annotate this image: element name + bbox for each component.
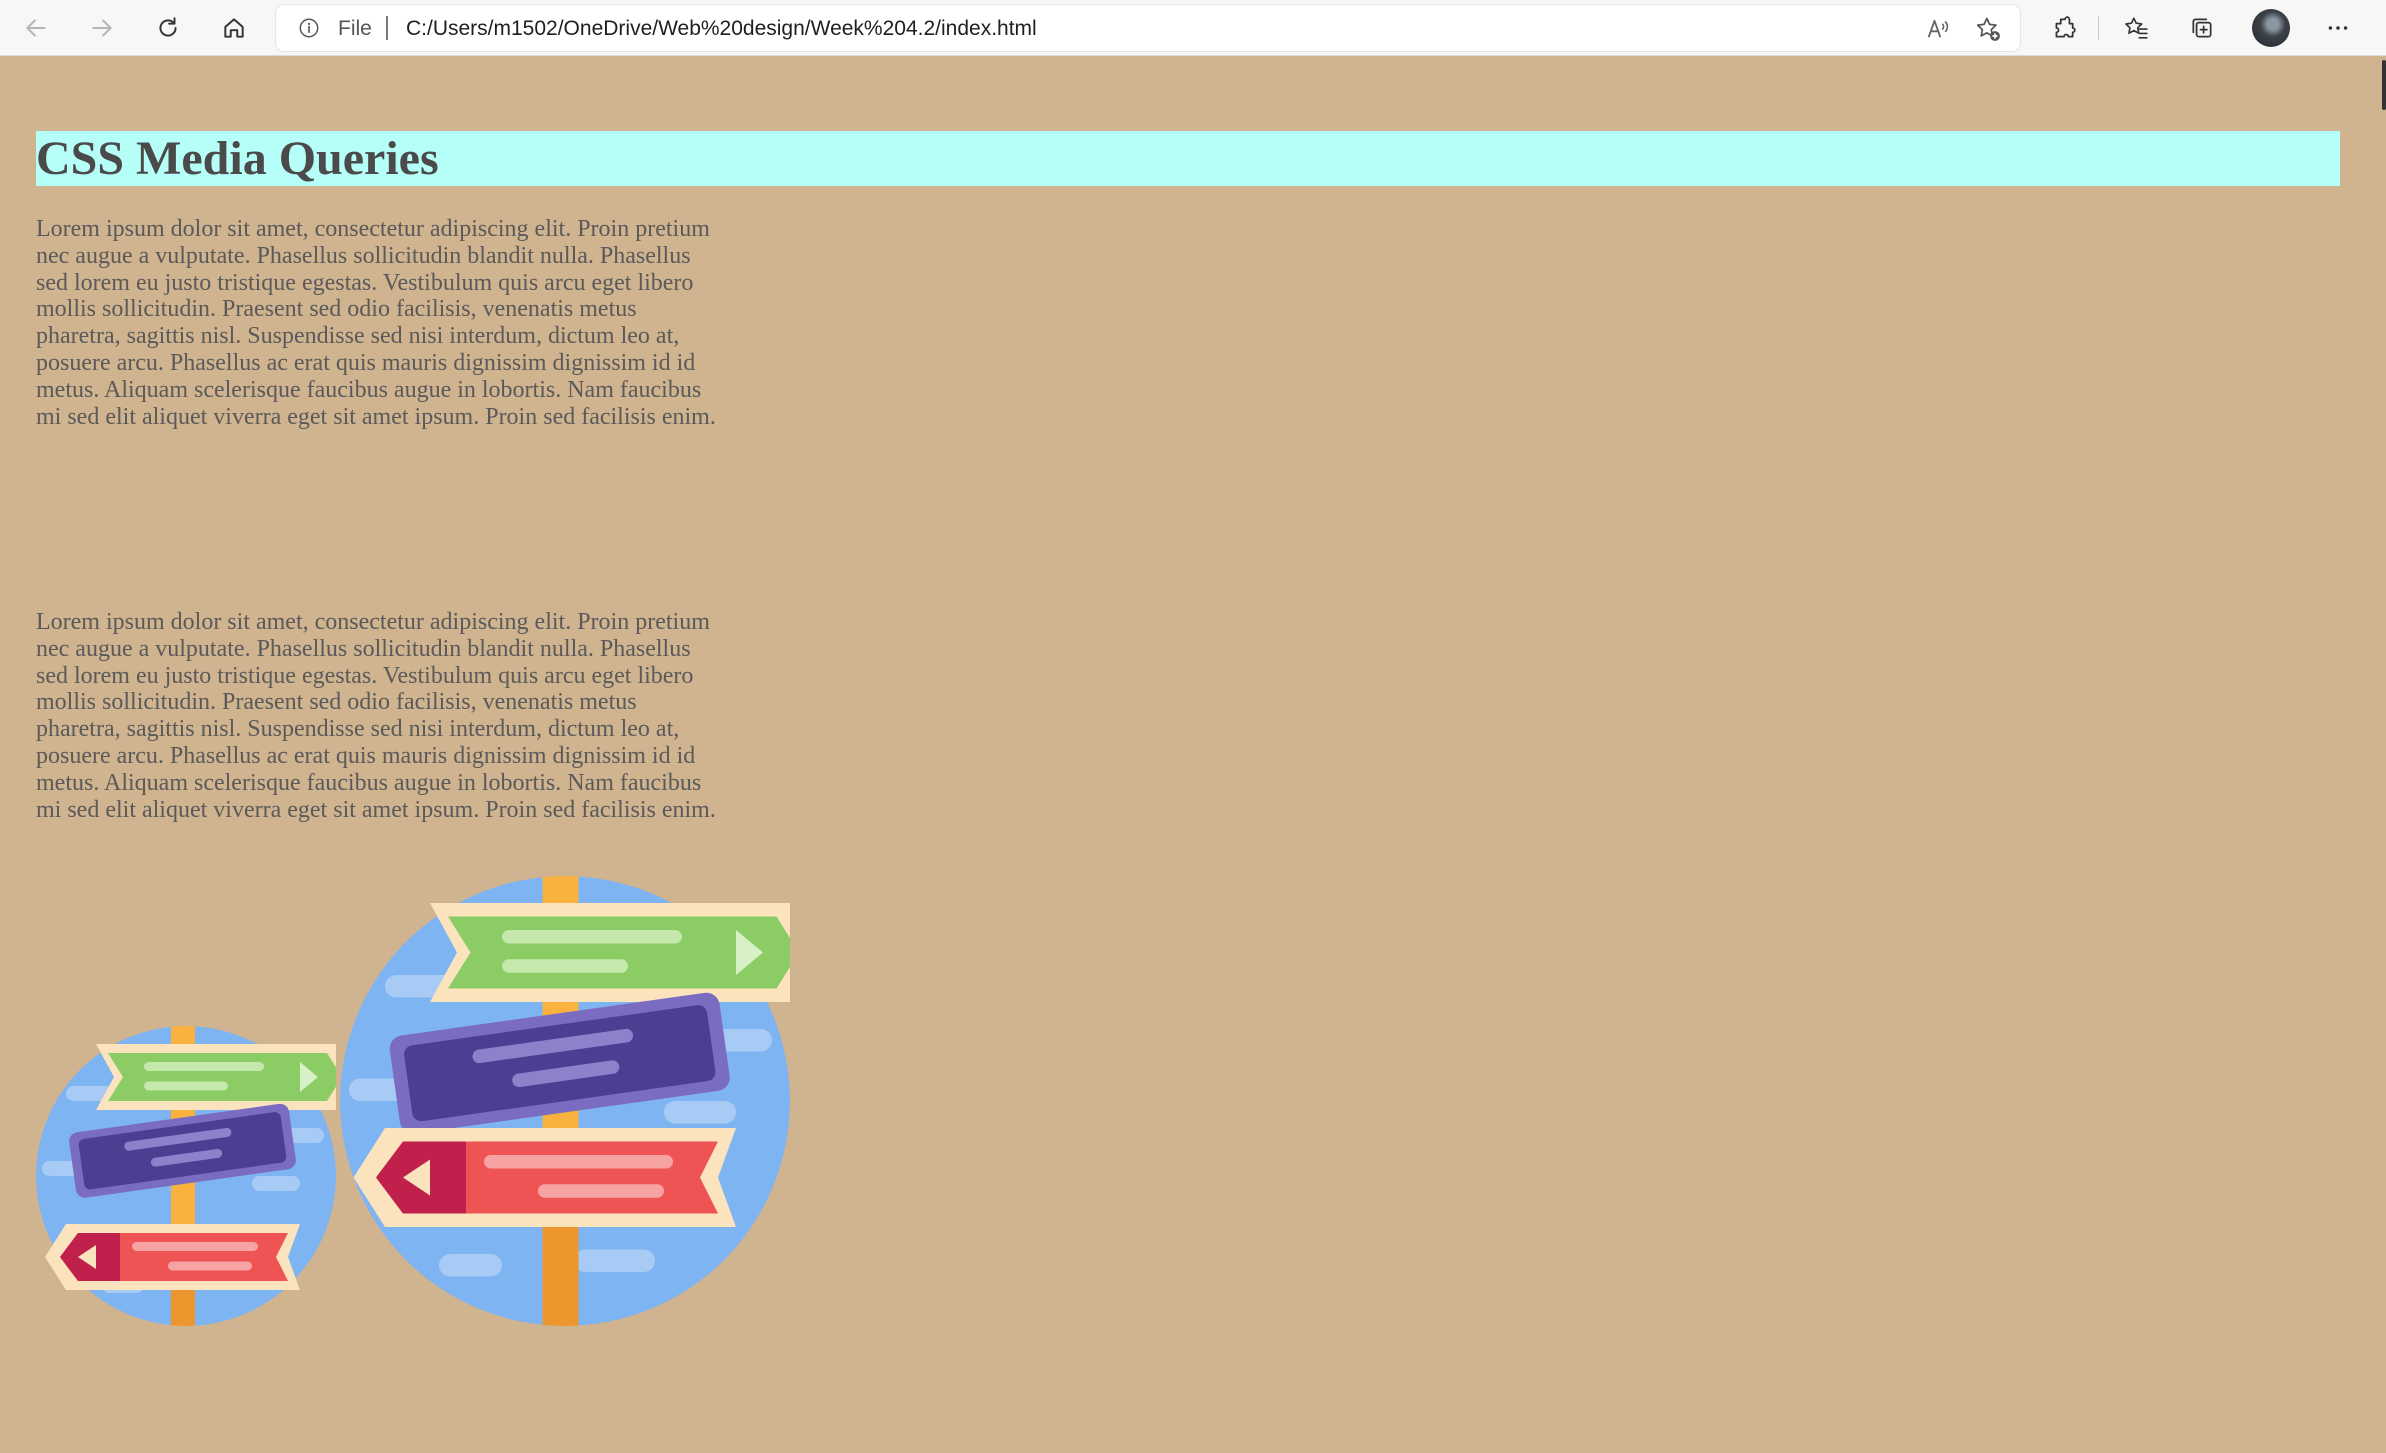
- toolbar-divider: [2098, 16, 2099, 40]
- favorites-icon: [2125, 17, 2148, 39]
- info-icon[interactable]: [298, 17, 320, 39]
- home-icon: [224, 18, 244, 38]
- collections-icon: [2192, 18, 2212, 38]
- favorites-button[interactable]: [2116, 8, 2156, 48]
- address-bar[interactable]: File C:/Users/m1502/OneDrive/Web%20desig…: [276, 5, 2020, 51]
- extensions-icon: [2055, 16, 2076, 38]
- back-button[interactable]: [16, 8, 56, 48]
- collections-button[interactable]: [2182, 8, 2222, 48]
- extensions-button[interactable]: [2044, 8, 2084, 48]
- page-heading: CSS Media Queries: [36, 131, 2340, 186]
- web-page: CSS Media Queries Lorem ipsum dolor sit …: [0, 56, 2378, 1453]
- address-separator: [386, 16, 388, 40]
- refresh-button[interactable]: [148, 8, 188, 48]
- back-arrow-icon: [26, 19, 46, 37]
- url-text[interactable]: C:/Users/m1502/OneDrive/Web%20design/Wee…: [406, 17, 1037, 41]
- scrollbar-track[interactable]: [2378, 56, 2386, 1453]
- profile-avatar[interactable]: [2252, 9, 2290, 47]
- paragraph-1: Lorem ipsum dolor sit amet, consectetur …: [36, 216, 716, 430]
- signpost-illustration-small: [36, 1026, 336, 1326]
- add-favorite-icon[interactable]: [1974, 15, 2002, 43]
- paragraph-2: Lorem ipsum dolor sit amet, consectetur …: [36, 609, 716, 823]
- home-button[interactable]: [214, 8, 254, 48]
- forward-button[interactable]: [82, 8, 122, 48]
- refresh-icon: [159, 17, 177, 37]
- browser-toolbar: File C:/Users/m1502/OneDrive/Web%20desig…: [0, 0, 2386, 56]
- forward-arrow-icon: [92, 19, 112, 37]
- scrollbar-thumb[interactable]: [2382, 60, 2386, 110]
- more-button[interactable]: [2318, 8, 2358, 48]
- more-icon: [2328, 26, 2348, 30]
- read-aloud-icon[interactable]: [1924, 15, 1952, 43]
- signpost-illustration-large: [340, 876, 790, 1326]
- address-prefix: File: [338, 17, 372, 40]
